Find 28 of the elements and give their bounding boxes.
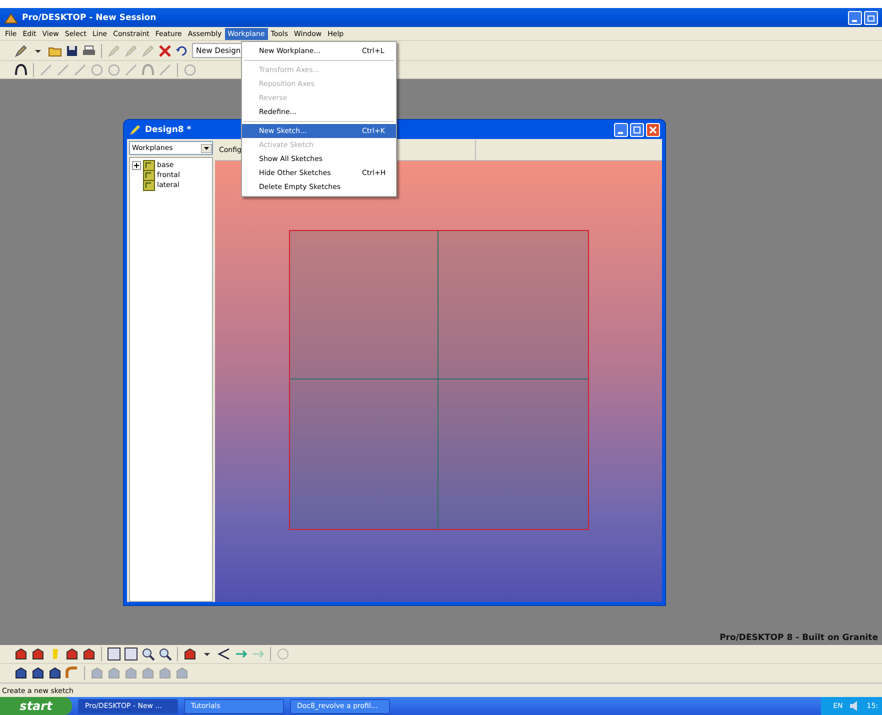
window-title: Pro/DESKTOP - New Session [22,12,156,22]
maximize-icon [633,126,641,134]
window-title: Design8 * [145,124,192,134]
delete-icon[interactable] [158,44,172,58]
printer-icon[interactable] [82,44,96,58]
minimize-icon [852,20,856,22]
minimize-icon [618,132,622,134]
pencil-icon[interactable] [14,44,28,58]
workplane-icon [143,180,155,190]
maximize-button[interactable] [630,122,644,136]
start-button[interactable]: start [0,697,72,715]
arc-icon[interactable] [14,62,28,76]
undo-icon[interactable] [175,44,189,58]
pencil-icon [129,124,141,136]
product-label: Pro/DESKTOP 8 - Built on Granite [720,633,878,643]
expand-icon[interactable] [132,160,141,170]
app-icon [4,12,18,24]
minimize-button[interactable] [614,122,628,136]
frame-icon[interactable] [124,647,138,661]
workplane-icon [143,170,155,180]
minimize-button[interactable] [848,10,862,24]
close-icon [649,126,657,134]
restore-icon [867,14,875,22]
frame-icon[interactable] [107,647,121,661]
restore-button[interactable] [864,10,878,24]
dropdown-icon [201,144,212,152]
close-button[interactable] [646,122,660,136]
workplane-icon [143,160,155,170]
